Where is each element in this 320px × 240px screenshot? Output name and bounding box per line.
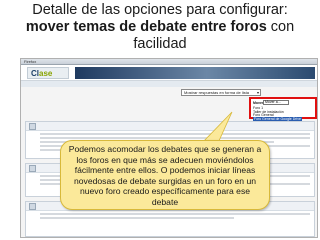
callout-text: Podemos acomodar los debates que se gene… [68, 144, 262, 207]
title-bold-part: mover temas de debate entre foros [25, 19, 267, 35]
post-header [26, 122, 314, 131]
slide-title: Detalle de las opciones para configurar:… [0, 2, 320, 53]
move-to-select[interactable]: Mover a... [263, 100, 289, 105]
site-logo[interactable]: Clase [27, 67, 69, 79]
chevron-down-icon: ▾ [256, 90, 259, 95]
logo-text-accent: ase [39, 69, 53, 78]
avatar[interactable] [29, 123, 36, 130]
post-text-line [40, 133, 310, 135]
avatar[interactable] [29, 203, 36, 210]
title-line-1: Detalle de las opciones para configurar: [32, 2, 288, 18]
title-rest-part: con [266, 19, 295, 35]
callout-note: Podemos acomodar los debates que se gene… [60, 140, 270, 210]
discussion-display-select[interactable]: Mostrar respuestas en forma de lista ▾ [181, 89, 261, 96]
logo-text-main: Cl [31, 69, 39, 78]
title-line-3: facilidad [133, 36, 187, 52]
discussion-select-value: Mostrar respuestas en forma de lista [184, 90, 249, 95]
browser-tab-label[interactable]: Firefox [24, 59, 36, 64]
move-label: Mover [253, 101, 264, 105]
move-discussion-panel: Mover Mover a... Foro 1 Taller de instal… [249, 97, 317, 121]
post-text-line [40, 217, 234, 219]
move-option-selected[interactable]: Foro General de Google Drive [253, 116, 302, 121]
header-banner [75, 67, 315, 79]
move-select-value: Mover a... [265, 100, 281, 104]
site-header: Clase [21, 65, 317, 81]
title-line-2: mover temas de debate entre foros con [0, 19, 320, 36]
post-text-line [40, 213, 310, 215]
avatar[interactable] [29, 165, 36, 172]
post-text-line [40, 137, 310, 139]
